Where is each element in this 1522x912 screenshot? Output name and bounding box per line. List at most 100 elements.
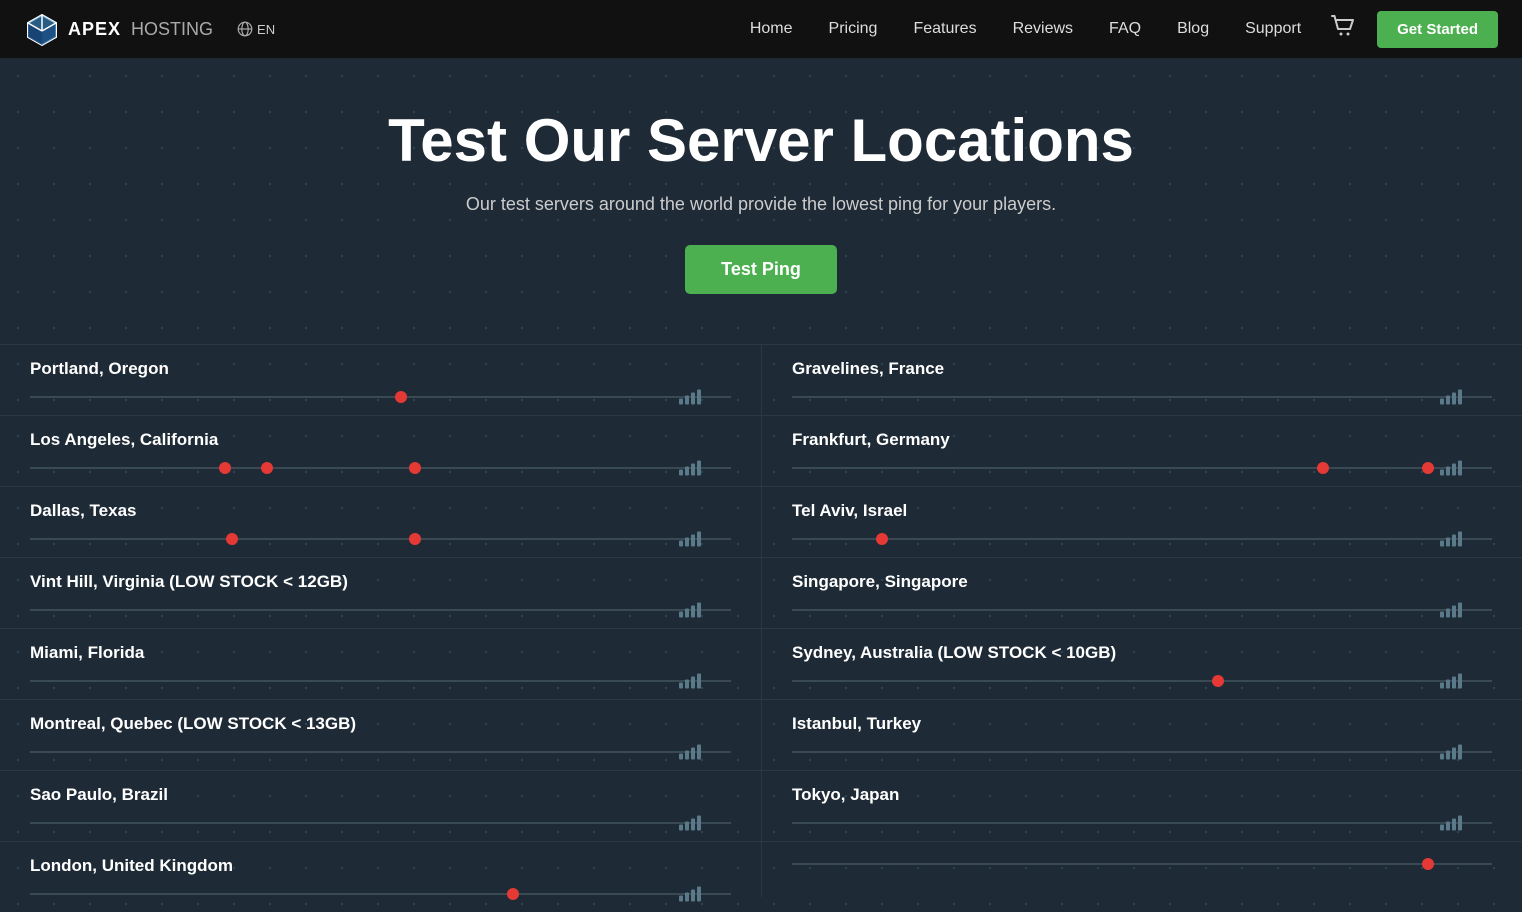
logo[interactable]: APEX HOSTING xyxy=(24,11,213,47)
location-bar xyxy=(30,893,731,895)
signal-bar-4 xyxy=(1458,532,1462,547)
signal-bar-1 xyxy=(679,683,683,689)
nav-faq[interactable]: FAQ xyxy=(1109,20,1141,38)
signal-bar-4 xyxy=(697,816,701,831)
location-name: Portland, Oregon xyxy=(30,359,731,379)
signal-bar-4 xyxy=(697,532,701,547)
signal-bar-4 xyxy=(1458,674,1462,689)
signal-icon xyxy=(1440,603,1462,618)
signal-bar-1 xyxy=(679,399,683,405)
list-item[interactable]: Montreal, Quebec (LOW STOCK < 13GB) xyxy=(0,699,761,770)
nav-reviews[interactable]: Reviews xyxy=(1013,20,1073,38)
signal-bar-3 xyxy=(691,819,695,831)
location-bar-row xyxy=(30,673,731,689)
location-bar-row xyxy=(792,815,1492,831)
location-bar xyxy=(30,751,731,753)
signal-bar-4 xyxy=(697,461,701,476)
list-item[interactable]: Vint Hill, Virginia (LOW STOCK < 12GB) xyxy=(0,557,761,628)
ping-dot xyxy=(409,462,421,474)
language-selector[interactable]: EN xyxy=(237,21,275,37)
ping-dot xyxy=(1422,858,1434,870)
signal-bar-3 xyxy=(691,677,695,689)
get-started-button[interactable]: Get Started xyxy=(1377,11,1498,48)
list-item[interactable]: Dallas, Texas xyxy=(0,486,761,557)
signal-bar-1 xyxy=(1440,399,1444,405)
signal-bar-3 xyxy=(1452,393,1456,405)
logo-icon xyxy=(24,11,60,47)
nav-blog[interactable]: Blog xyxy=(1177,20,1209,38)
signal-bar-4 xyxy=(1458,603,1462,618)
signal-bar-3 xyxy=(691,890,695,902)
hero-section: Test Our Server Locations Our test serve… xyxy=(0,58,1522,912)
ping-dot xyxy=(409,533,421,545)
list-item[interactable]: Sydney, Australia (LOW STOCK < 10GB) xyxy=(761,628,1522,699)
signal-bar-3 xyxy=(691,464,695,476)
nav-home[interactable]: Home xyxy=(750,20,793,38)
list-item[interactable]: Singapore, Singapore xyxy=(761,557,1522,628)
navbar: APEX HOSTING EN Home Pricing Features Re… xyxy=(0,0,1522,58)
location-bar xyxy=(792,863,1492,865)
signal-bar-2 xyxy=(1446,396,1450,405)
signal-bar-4 xyxy=(697,390,701,405)
cart-icon[interactable] xyxy=(1329,12,1357,46)
location-name: Los Angeles, California xyxy=(30,430,731,450)
location-bar xyxy=(30,467,731,469)
location-bar xyxy=(30,822,731,824)
list-item[interactable]: Los Angeles, California xyxy=(0,415,761,486)
location-bar-row xyxy=(30,886,731,902)
signal-bar-2 xyxy=(685,822,689,831)
list-item[interactable]: Tel Aviv, Israel xyxy=(761,486,1522,557)
list-item[interactable]: Portland, Oregon xyxy=(0,344,761,415)
list-item[interactable]: Tokyo, Japan xyxy=(761,770,1522,841)
nav-features[interactable]: Features xyxy=(913,20,976,38)
signal-bar-4 xyxy=(697,887,701,902)
signal-icon xyxy=(679,390,701,405)
list-item[interactable]: Gravelines, France xyxy=(761,344,1522,415)
location-bar-row xyxy=(792,744,1492,760)
location-name: Miami, Florida xyxy=(30,643,731,663)
hero-title: Test Our Server Locations xyxy=(0,108,1522,174)
list-item[interactable]: Frankfurt, Germany xyxy=(761,415,1522,486)
signal-bar-2 xyxy=(685,538,689,547)
location-name: Montreal, Quebec (LOW STOCK < 13GB) xyxy=(30,714,731,734)
signal-icon xyxy=(679,816,701,831)
signal-bar-1 xyxy=(679,612,683,618)
list-item[interactable]: Istanbul, Turkey xyxy=(761,699,1522,770)
ping-dot xyxy=(1422,462,1434,474)
location-name: Frankfurt, Germany xyxy=(792,430,1492,450)
signal-bar-3 xyxy=(691,606,695,618)
location-bar xyxy=(792,680,1492,682)
signal-bar-3 xyxy=(691,535,695,547)
logo-text: APEX xyxy=(68,19,121,40)
list-item xyxy=(761,841,1522,897)
nav-support[interactable]: Support xyxy=(1245,20,1301,38)
ping-dot xyxy=(226,533,238,545)
signal-bar-3 xyxy=(1452,677,1456,689)
signal-bar-3 xyxy=(1452,606,1456,618)
signal-icon xyxy=(1440,816,1462,831)
locations-grid: Portland, Oregon Los Angeles, California xyxy=(0,344,1522,912)
signal-bar-2 xyxy=(1446,751,1450,760)
location-name: Vint Hill, Virginia (LOW STOCK < 12GB) xyxy=(30,572,731,592)
signal-bar-3 xyxy=(1452,464,1456,476)
signal-icon xyxy=(679,461,701,476)
signal-bar-2 xyxy=(685,609,689,618)
locations-right: Gravelines, France Frankfurt, Germany xyxy=(761,344,1522,912)
signal-bar-4 xyxy=(697,603,701,618)
list-item[interactable]: Miami, Florida xyxy=(0,628,761,699)
signal-bar-4 xyxy=(1458,390,1462,405)
signal-bar-1 xyxy=(1440,612,1444,618)
list-item[interactable]: Sao Paulo, Brazil xyxy=(0,770,761,841)
signal-bar-1 xyxy=(679,470,683,476)
signal-bar-3 xyxy=(691,393,695,405)
list-item[interactable]: London, United Kingdom xyxy=(0,841,761,912)
location-bar xyxy=(30,609,731,611)
nav-pricing[interactable]: Pricing xyxy=(829,20,878,38)
test-ping-button[interactable]: Test Ping xyxy=(685,245,837,294)
signal-bar-2 xyxy=(1446,680,1450,689)
signal-bar-1 xyxy=(679,825,683,831)
location-bar xyxy=(30,538,731,540)
location-bar xyxy=(792,751,1492,753)
signal-bar-1 xyxy=(679,754,683,760)
signal-icon xyxy=(1440,390,1462,405)
